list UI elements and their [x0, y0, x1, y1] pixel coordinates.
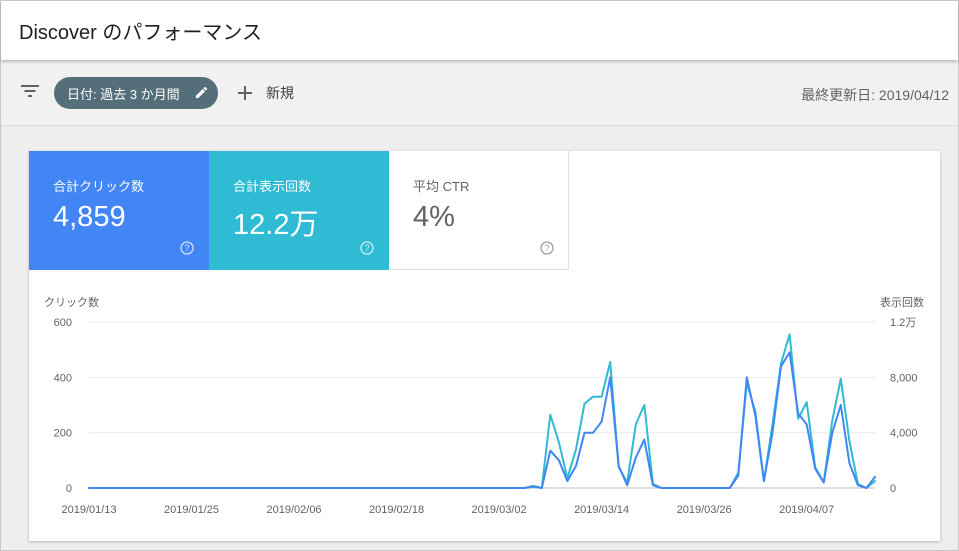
y-tick-label-right: 8,000: [890, 372, 918, 384]
x-tick-label: 2019/02/18: [369, 504, 424, 516]
last-updated-text: 最終更新日: 2019/04/12: [801, 87, 949, 103]
x-tick-label: 2019/03/02: [472, 504, 527, 516]
page-title: Discover のパフォーマンス: [19, 22, 262, 44]
x-tick-label: 2019/02/06: [267, 504, 322, 516]
y-tick-label-right: 1.2万: [890, 317, 916, 329]
new-filter-label: 新規: [266, 85, 294, 101]
y-tick-label-left: 200: [54, 428, 72, 440]
filter-icon[interactable]: [20, 83, 40, 99]
date-filter-chip[interactable]: 日付: 過去 3 か月間: [54, 77, 218, 109]
y-tick-label-left: 400: [54, 372, 72, 384]
performance-chart: 600 1.2万 400 8,000 200 4,000 0 0 クリック数 表示回数 2019/0…: [44, 295, 924, 516]
x-tick-label: 2019/04/07: [779, 504, 834, 516]
x-tick-label: 2019/03/26: [677, 504, 732, 516]
date-filter-label: 日付: 過去 3 か月間: [67, 86, 180, 102]
performance-card: 合計クリック数 4,859 ? 合計表示回数 12.2万 ? 平均 CTR 4%…: [29, 151, 940, 541]
filter-toolbar: 日付: 過去 3 か月間 新規 最終更新日: 2019/04/12: [1, 61, 958, 126]
impressions-series-line: [88, 333, 876, 489]
pencil-icon: [195, 86, 208, 99]
y-tick-label-left: 0: [66, 483, 72, 495]
plus-icon: [238, 86, 252, 100]
new-filter-button[interactable]: 新規: [237, 81, 294, 105]
y-axis-title-right: 表示回数: [880, 295, 924, 309]
x-tick-label: 2019/01/13: [61, 504, 116, 516]
x-tick-label: 2019/01/25: [164, 504, 219, 516]
y-tick-label-right: 0: [890, 483, 896, 495]
x-tick-label: 2019/03/14: [574, 504, 629, 516]
page-header: Discover のパフォーマンス: [1, 1, 958, 60]
y-tick-label-right: 4,000: [890, 428, 918, 440]
y-axis-title-left: クリック数: [44, 296, 99, 309]
y-tick-label-left: 600: [54, 317, 72, 329]
